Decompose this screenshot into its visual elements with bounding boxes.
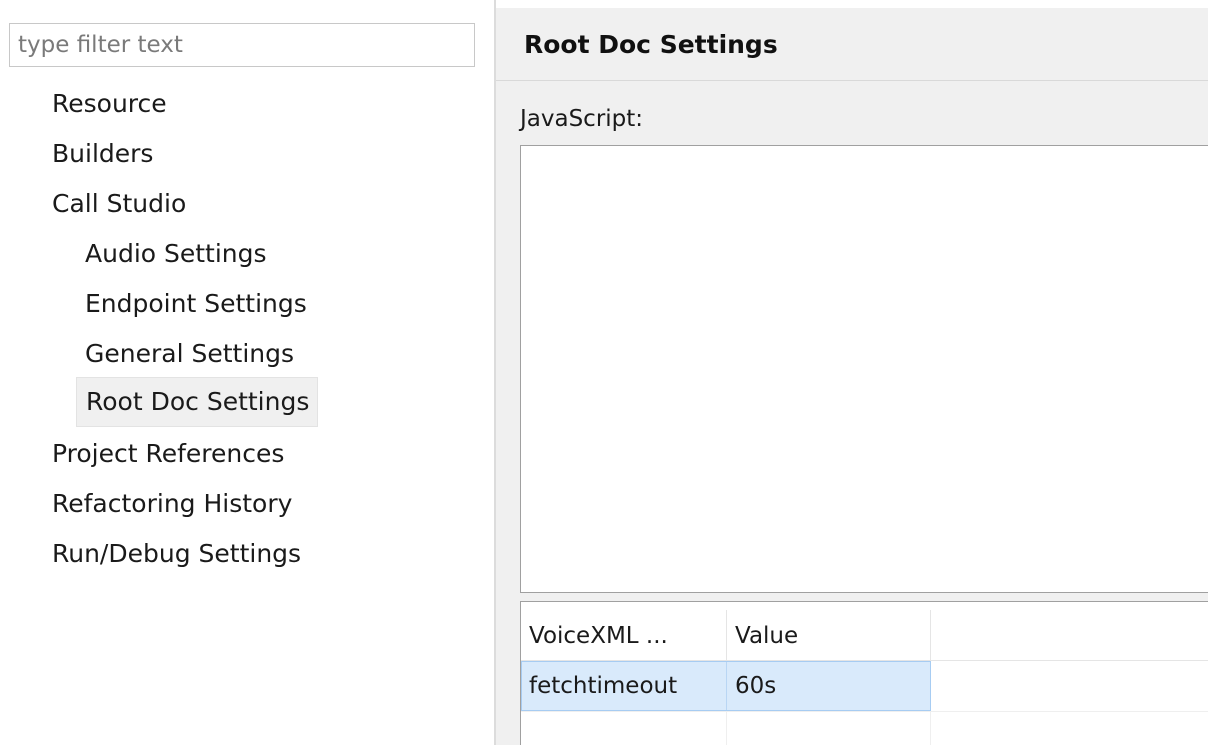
table-header: VoiceXML ... Value [521,610,1208,661]
preferences-nav-pane: Resource Builders Call Studio Audio Sett… [0,0,494,745]
cell-property-name[interactable]: fetchtimeout [521,661,727,711]
cell-property-value[interactable]: 60s [727,661,931,711]
page-title: Root Doc Settings [524,30,778,59]
tree-item-run-debug-settings[interactable]: Run/Debug Settings [52,532,301,576]
cell-property-name[interactable] [521,712,727,745]
tree-item-refactoring-history[interactable]: Refactoring History [52,482,292,526]
tree-item-audio-settings[interactable]: Audio Settings [85,232,267,276]
tree-item-builders[interactable]: Builders [52,132,153,176]
column-header-value[interactable]: Value [727,610,931,660]
tree-item-endpoint-settings[interactable]: Endpoint Settings [85,282,307,326]
header-top-strip [496,0,1208,8]
column-header-voicexml[interactable]: VoiceXML ... [521,610,727,660]
javascript-label: JavaScript: [520,106,644,132]
settings-page: Root Doc Settings JavaScript: VoiceXML .… [496,0,1208,745]
tree-item-general-settings[interactable]: General Settings [85,332,294,376]
cell-filler [931,661,1208,711]
tree-item-root-doc-settings[interactable]: Root Doc Settings [76,377,319,427]
tree-item-resource[interactable]: Resource [52,82,167,126]
voicexml-properties-table: VoiceXML ... Value fetchtimeout 60s [520,601,1208,745]
cell-property-value[interactable] [727,712,931,745]
cell-filler [931,712,1208,745]
javascript-editor[interactable] [520,145,1208,593]
column-header-filler [931,610,1208,660]
table-row[interactable] [521,712,1208,745]
tree-item-project-references[interactable]: Project References [52,432,284,476]
filter-input[interactable] [9,23,475,67]
preferences-dialog: Resource Builders Call Studio Audio Sett… [0,0,1208,745]
table-row[interactable]: fetchtimeout 60s [521,661,1208,712]
page-header: Root Doc Settings [496,8,1208,81]
tree-item-call-studio[interactable]: Call Studio [52,182,186,226]
